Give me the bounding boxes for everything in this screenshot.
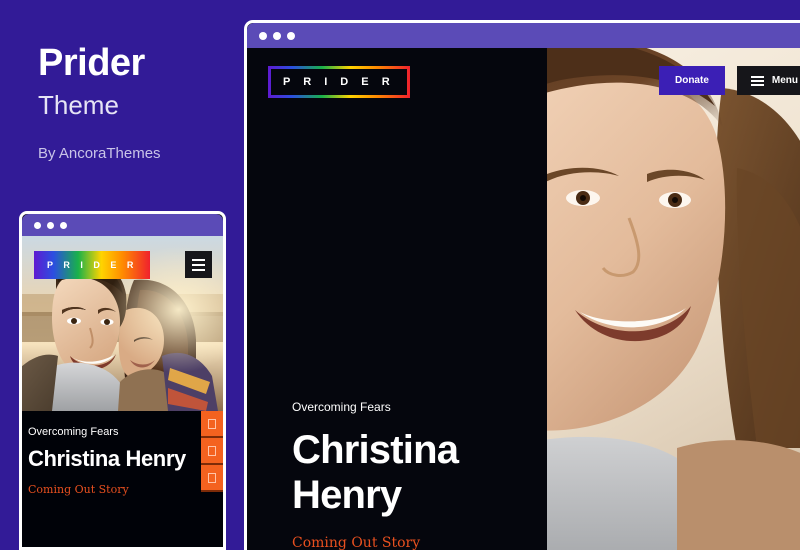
desktop-hero-text: Overcoming Fears Christina Henry Coming … [292, 400, 532, 550]
window-dot-minimize[interactable] [47, 221, 54, 229]
theme-intro-block: Prider Theme By AncoraThemes [38, 42, 238, 163]
menu-button-label: Menu [771, 75, 798, 86]
hero-tagline[interactable]: Coming Out Story [292, 535, 532, 550]
hero-eyebrow: Overcoming Fears [292, 400, 391, 415]
mobile-browser-chrome [22, 214, 223, 236]
window-dot-maximize[interactable] [60, 221, 67, 229]
share-facebook-button[interactable] [201, 411, 223, 438]
hero-eyebrow: Overcoming Fears [28, 426, 119, 438]
desktop-header-actions: Donate Menu [658, 66, 800, 95]
window-dot-maximize[interactable] [287, 31, 295, 40]
hero-headline: Christina Henry [28, 446, 186, 471]
mobile-logo[interactable]: P R I D E R [34, 251, 151, 279]
hero-headline: Christina Henry [292, 428, 459, 518]
logo-rainbow-frame: P R I D E R [34, 251, 151, 279]
page-subtitle: Theme [38, 89, 119, 120]
window-dot-close[interactable] [34, 221, 41, 229]
share-pinterest-button[interactable] [201, 465, 223, 492]
window-dot-minimize[interactable] [273, 31, 281, 40]
mobile-preview-window: P R I D E R Overcoming Fears Christina H… [19, 211, 226, 550]
desktop-browser-chrome [247, 23, 800, 48]
hamburger-icon [750, 75, 764, 86]
mobile-menu-button[interactable] [185, 251, 212, 278]
mobile-hero-text: Overcoming Fears Christina Henry Coming … [28, 426, 208, 496]
menu-button[interactable]: Menu [736, 66, 800, 95]
square-icon [208, 418, 216, 429]
mobile-page-body: P R I D E R Overcoming Fears Christina H… [22, 236, 223, 547]
desktop-logo[interactable]: P R I D E R [268, 66, 410, 98]
logo-text: P R I D E R [47, 260, 138, 270]
hero-tagline[interactable]: Coming Out Story [28, 483, 208, 496]
desktop-hero-photo [547, 48, 800, 550]
share-rail [201, 411, 223, 492]
desktop-preview-window: P R I D E R Donate Menu Overcoming Fears… [244, 20, 800, 550]
square-icon [208, 472, 216, 483]
window-dot-close[interactable] [259, 31, 267, 40]
share-twitter-button[interactable] [201, 438, 223, 465]
square-icon [208, 445, 216, 456]
desktop-page-body: P R I D E R Donate Menu Overcoming Fears… [247, 48, 800, 550]
donate-button[interactable]: Donate [658, 66, 725, 95]
logo-rainbow-frame: P R I D E R [268, 66, 410, 98]
logo-text: P R I D E R [271, 69, 407, 95]
page-title: Prider [38, 42, 145, 84]
theme-author: By AncoraThemes [38, 145, 161, 163]
hamburger-icon [192, 258, 205, 271]
